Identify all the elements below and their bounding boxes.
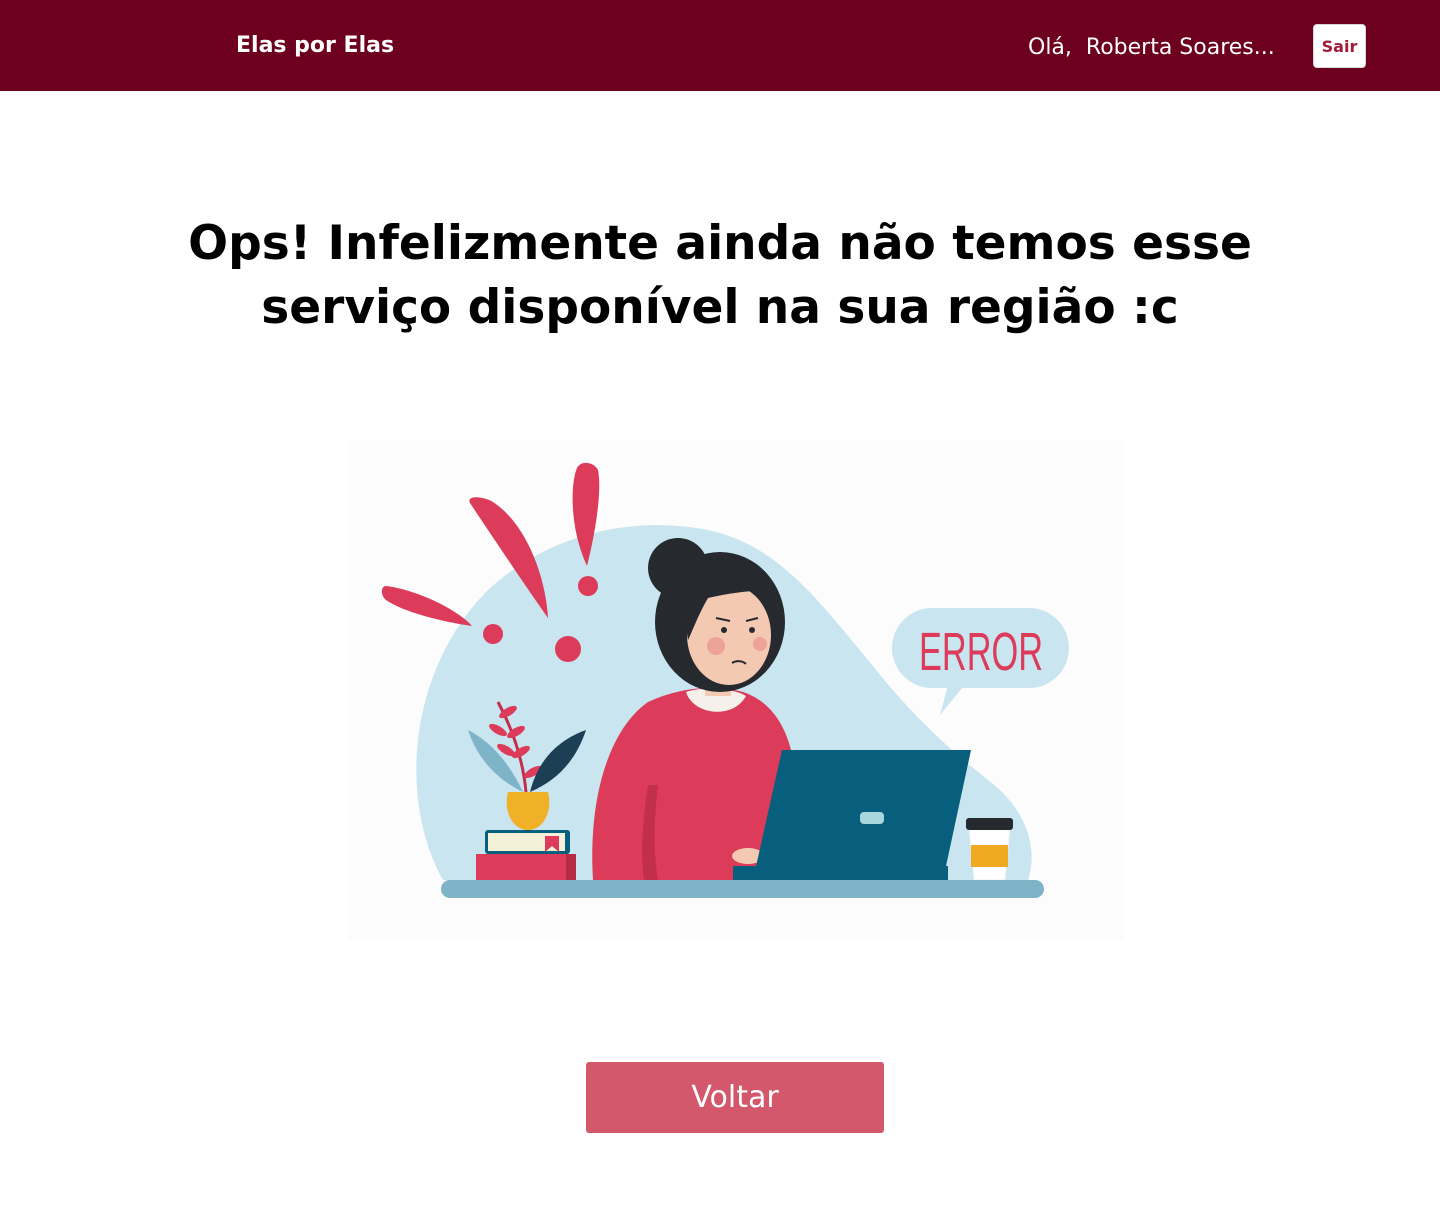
error-illustration: ERROR (348, 440, 1124, 940)
coffee-cup-icon (966, 818, 1013, 881)
error-bubble-text: ERROR (919, 622, 1043, 682)
brand-logo-text[interactable]: Elas por Elas (236, 33, 394, 58)
logout-button[interactable]: Sair (1313, 24, 1366, 68)
top-navbar: Elas por Elas Olá, Roberta Soares... Sai… (0, 0, 1440, 91)
page-title: Ops! Infelizmente ainda não temos esse s… (188, 216, 1252, 335)
back-button[interactable]: Voltar (586, 1062, 884, 1133)
user-greeting: Olá, Roberta Soares... (1028, 35, 1275, 60)
desk-icon (441, 880, 1044, 898)
